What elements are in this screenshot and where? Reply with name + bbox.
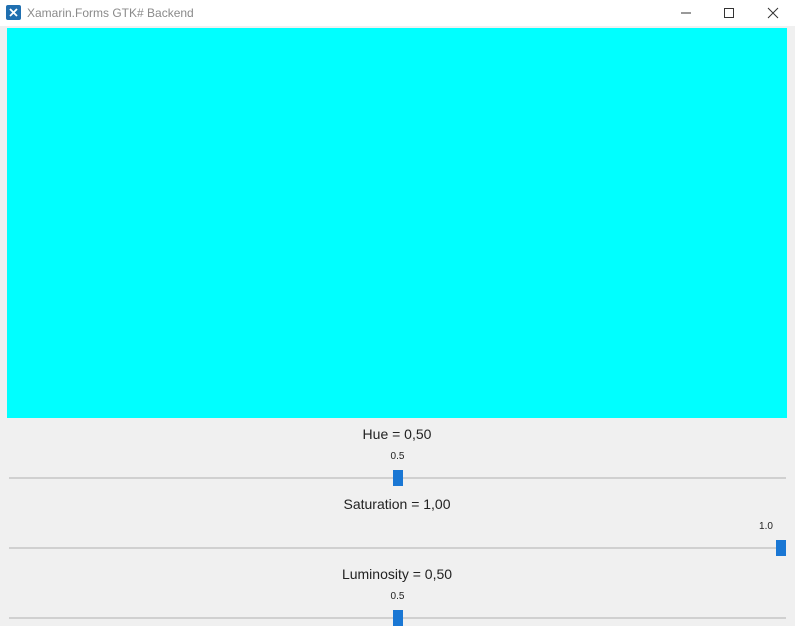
maximize-button[interactable] — [706, 0, 751, 26]
title-bar[interactable]: Xamarin.Forms GTK# Backend — [0, 0, 795, 26]
app-window: Xamarin.Forms GTK# Backend Hue = 0,50 0.… — [0, 0, 795, 626]
slider-thumb[interactable] — [776, 540, 786, 556]
hue-label: Hue = 0,50 — [362, 426, 432, 442]
saturation-slider[interactable]: 1.0 — [9, 521, 786, 557]
slider-value-label: 1.0 — [759, 521, 773, 532]
slider-value-label: 0.5 — [390, 591, 405, 602]
slider-value-label: 0.5 — [390, 451, 405, 462]
hue-slider[interactable]: 0.5 — [9, 451, 786, 487]
slider-thumb[interactable] — [392, 610, 403, 626]
close-icon — [767, 7, 779, 19]
luminosity-slider[interactable]: 0.5 — [9, 591, 786, 626]
maximize-icon — [724, 8, 734, 18]
minimize-button[interactable] — [663, 0, 708, 26]
minimize-icon — [681, 12, 691, 14]
slider-track[interactable] — [9, 547, 786, 549]
luminosity-label: Luminosity = 0,50 — [341, 566, 453, 582]
window-title: Xamarin.Forms GTK# Backend — [27, 6, 194, 20]
saturation-label: Saturation = 1,00 — [343, 496, 451, 512]
color-preview-box — [7, 28, 787, 418]
slider-thumb[interactable] — [392, 470, 403, 486]
close-button[interactable] — [750, 0, 795, 26]
xamarin-icon — [6, 5, 21, 20]
